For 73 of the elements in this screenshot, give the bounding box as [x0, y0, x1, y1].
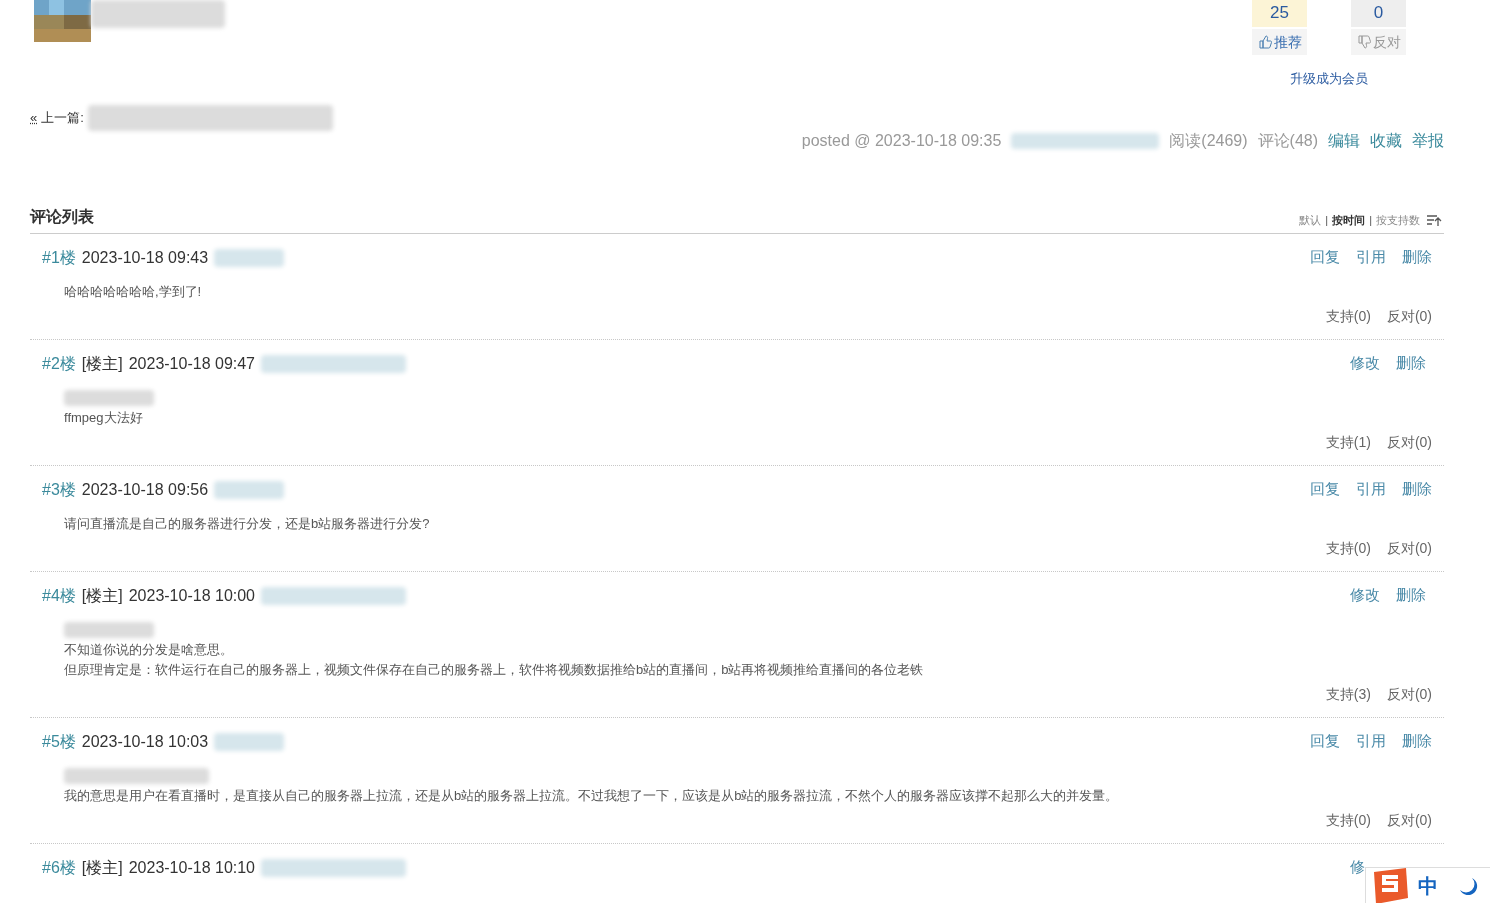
- comment-text: 请问直播流是自己的服务器进行分发，还是b站服务器进行分发?: [64, 514, 431, 533]
- comment-action-link[interactable]: 修改: [1350, 352, 1380, 375]
- comment-action-link[interactable]: 引用: [1356, 478, 1386, 501]
- floor-link[interactable]: #5楼: [42, 729, 76, 754]
- post-action-link[interactable]: 收藏: [1370, 128, 1402, 153]
- vote-link[interactable]: 支持(3): [1325, 683, 1371, 705]
- read-count: 阅读(2469): [1169, 130, 1248, 151]
- vote-link[interactable]: 支持(0): [1325, 305, 1371, 327]
- owner-tag: [楼主]: [81, 583, 123, 608]
- comment-text: 不知道你说的分发是啥意思。: [64, 640, 234, 659]
- vote-link[interactable]: 反对(0): [1386, 537, 1432, 559]
- comment-text: 哈哈哈哈哈哈哈,学到了!: [64, 282, 203, 301]
- vote-link[interactable]: 支持(1): [1325, 431, 1371, 453]
- prev-post-link[interactable]: «: [30, 107, 38, 128]
- input-method-bar[interactable]: 中: [1365, 867, 1490, 903]
- post-action-link[interactable]: 编辑: [1328, 128, 1360, 153]
- moon-icon: [1458, 875, 1478, 896]
- blurred-text: [214, 248, 285, 267]
- comment-text: 我的意思是用户在看直播时，是直接从自己的服务器上拉流，还是从b站的服务器上拉流。不过我想了一下，应该是从b站的服务器拉流，不然个人的服务器应该撑不起那么大的并发量。: [64, 786, 1120, 805]
- comment-time: 2023-10-18 09:56: [81, 479, 209, 500]
- comment-action-link[interactable]: 删除: [1402, 478, 1432, 501]
- floor-link[interactable]: #6楼: [42, 855, 76, 880]
- blurred-text: [214, 480, 285, 499]
- sort-option[interactable]: 按支持数: [1376, 212, 1420, 229]
- comment-time: 2023-10-18 10:00: [128, 585, 255, 606]
- vote-link[interactable]: 支持(0): [1325, 537, 1371, 559]
- thumbs-up-icon: [1257, 35, 1272, 49]
- comment-time: 2023-10-18 10:03: [81, 731, 209, 752]
- upgrade-link[interactable]: 升级成为会员: [1290, 69, 1368, 89]
- sort-icon[interactable]: [1426, 213, 1442, 228]
- comment-time: 2023-10-18 10:10: [128, 857, 255, 878]
- recommend-button[interactable]: 推荐: [1252, 29, 1307, 55]
- post-action-link[interactable]: 举报: [1412, 128, 1444, 153]
- prev-post-label: 上一篇:: [41, 108, 84, 127]
- vote-count: 0: [1351, 0, 1406, 27]
- comment-text: 但原理肯定是：软件运行在自己的服务器上，视频文件保存在自己的服务器上，软件将视频数据推给b站的直播间，b站再将视频推给直播间的各位老铁: [64, 660, 925, 679]
- comment-time: 2023-10-18 09:43: [81, 247, 209, 268]
- blurred-text: [214, 732, 285, 751]
- comment-action-link[interactable]: 引用: [1356, 246, 1386, 269]
- comment-action-link[interactable]: 回复: [1310, 478, 1340, 501]
- thumbs-down-icon: [1356, 35, 1371, 49]
- comment-time: 2023-10-18 09:47: [128, 353, 255, 374]
- floor-link[interactable]: #1楼: [42, 245, 76, 270]
- comment-action-link[interactable]: 修改: [1350, 584, 1380, 607]
- comment-action-link[interactable]: 删除: [1402, 246, 1432, 269]
- sort-option[interactable]: 按时间: [1332, 212, 1366, 229]
- vote-link[interactable]: 反对(0): [1386, 431, 1432, 453]
- input-mode-label: 中: [1418, 873, 1438, 899]
- vote-link[interactable]: 反对(0): [1386, 683, 1432, 705]
- vote-link[interactable]: 反对(0): [1386, 305, 1432, 327]
- comment-action-link[interactable]: 删除: [1396, 584, 1426, 607]
- comment-action-link[interactable]: 引用: [1356, 730, 1386, 753]
- vote-link[interactable]: 反对(0): [1386, 809, 1432, 831]
- comment-action-link[interactable]: 删除: [1402, 730, 1432, 753]
- floor-link[interactable]: #2楼: [42, 351, 76, 376]
- separator: |: [1325, 213, 1329, 228]
- separator: |: [1369, 213, 1372, 228]
- comment-count: 评论(48): [1257, 130, 1318, 151]
- comment-text: ffmpeg大法好: [64, 408, 144, 427]
- floor-link[interactable]: #3楼: [42, 477, 76, 502]
- sort-option[interactable]: 默认: [1299, 212, 1322, 229]
- vote-count: 25: [1252, 0, 1307, 27]
- comment-action-link[interactable]: 回复: [1310, 246, 1340, 269]
- posted-time: posted @ 2023-10-18 09:35: [801, 130, 1002, 151]
- owner-tag: [楼主]: [81, 855, 123, 880]
- owner-tag: [楼主]: [81, 351, 123, 376]
- comment-list-title: 评论列表: [30, 206, 94, 227]
- floor-link[interactable]: #4楼: [42, 583, 76, 608]
- comment-action-link[interactable]: 回复: [1310, 730, 1340, 753]
- vote-link[interactable]: 支持(0): [1325, 809, 1371, 831]
- comment-action-link[interactable]: 删除: [1396, 352, 1426, 375]
- comment-action-link[interactable]: 修: [1350, 856, 1365, 879]
- oppose-button[interactable]: 反对: [1351, 29, 1406, 55]
